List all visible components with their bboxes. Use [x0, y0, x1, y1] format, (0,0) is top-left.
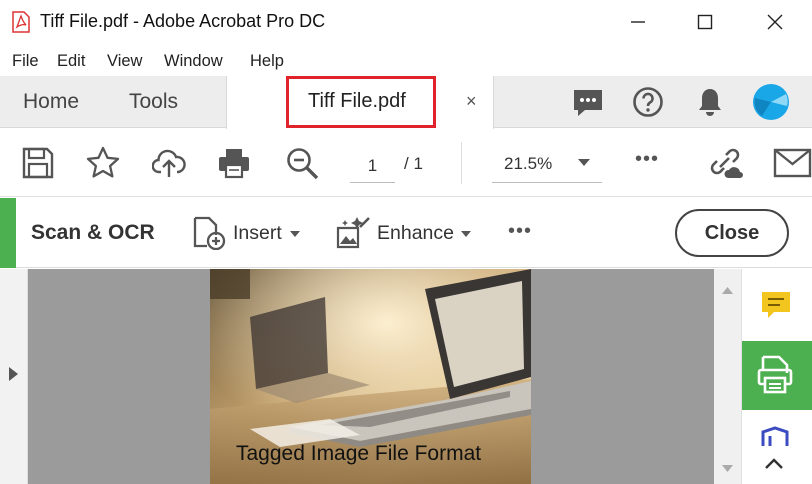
left-panel-toggle[interactable]	[0, 269, 28, 484]
menu-file[interactable]: File	[12, 52, 39, 71]
zoom-out-icon[interactable]	[285, 146, 319, 180]
close-tool-button[interactable]: Close	[675, 209, 789, 257]
organize-icon[interactable]	[760, 426, 790, 446]
page-total: / 1	[404, 154, 423, 173]
maximize-button[interactable]	[682, 0, 728, 44]
page-caption: Tagged Image File Format	[236, 442, 482, 465]
export-pdf-icon[interactable]	[757, 355, 793, 395]
tool-accent-bar	[0, 198, 16, 268]
scroll-up-icon[interactable]	[722, 287, 733, 294]
close-icon	[767, 14, 783, 30]
page-number-input[interactable]	[350, 150, 395, 183]
tab-tools[interactable]: Tools	[129, 90, 178, 114]
tab-close-button[interactable]: ×	[466, 91, 477, 112]
help-icon[interactable]	[632, 86, 664, 118]
avatar[interactable]	[752, 83, 790, 121]
scan-ocr-title: Scan & OCR	[31, 221, 155, 244]
menu-help[interactable]: Help	[250, 52, 284, 71]
chevron-up-icon[interactable]	[765, 458, 783, 469]
maximize-icon	[697, 14, 713, 30]
acrobat-pdf-icon	[12, 11, 30, 33]
scan-more-button[interactable]: •••	[508, 220, 532, 243]
print-icon[interactable]	[217, 146, 251, 180]
insert-chevron-down-icon[interactable]	[290, 231, 300, 238]
chevron-down-icon[interactable]	[578, 159, 590, 167]
scroll-down-icon[interactable]	[722, 465, 733, 472]
enhance-icon[interactable]	[335, 214, 371, 250]
comment-icon[interactable]	[571, 86, 605, 120]
more-tools-button[interactable]: •••	[635, 148, 659, 171]
comment-tool-icon[interactable]	[760, 289, 792, 321]
insert-page-icon[interactable]	[192, 216, 226, 250]
menu-view[interactable]: View	[107, 52, 142, 71]
tab-home[interactable]: Home	[23, 90, 79, 114]
enhance-chevron-down-icon[interactable]	[461, 231, 471, 238]
vertical-scrollbar[interactable]	[714, 269, 741, 484]
minimize-icon	[631, 21, 645, 23]
bell-icon[interactable]	[695, 86, 725, 118]
enhance-button[interactable]: Enhance	[377, 222, 454, 245]
save-icon[interactable]	[21, 146, 55, 180]
zoom-value[interactable]: 21.5%	[504, 154, 552, 174]
insert-button[interactable]: Insert	[233, 222, 282, 245]
window-title: Tiff File.pdf - Adobe Acrobat Pro DC	[40, 11, 326, 31]
toolbar-divider	[461, 142, 462, 184]
star-icon[interactable]	[86, 146, 120, 180]
menu-window[interactable]: Window	[164, 52, 223, 71]
chevron-right-icon[interactable]	[9, 367, 18, 381]
share-link-icon[interactable]	[706, 144, 744, 182]
tab-highlight-box	[286, 76, 436, 128]
upload-cloud-icon[interactable]	[152, 146, 186, 180]
menu-edit[interactable]: Edit	[57, 52, 85, 71]
email-icon[interactable]	[773, 147, 812, 179]
minimize-button[interactable]	[615, 0, 661, 44]
close-window-button[interactable]	[752, 0, 798, 44]
